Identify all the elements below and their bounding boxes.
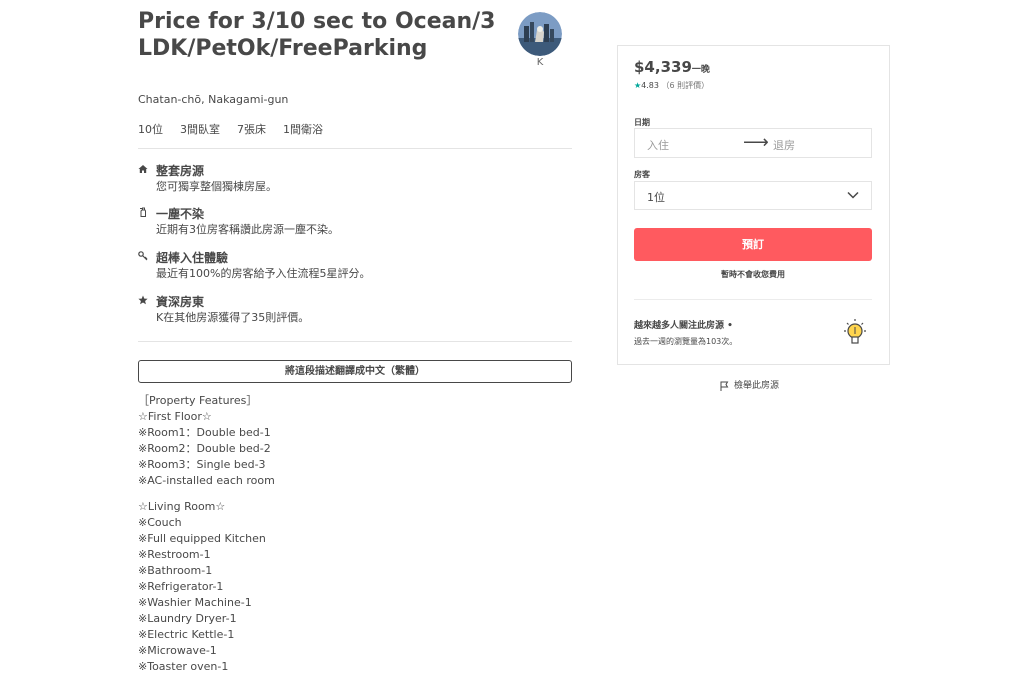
- description-line: ※Washier Machine-1: [138, 596, 252, 609]
- rating-summary[interactable]: ★4.83 （6 則評價）: [634, 80, 709, 91]
- checkout-field[interactable]: 退房: [773, 137, 795, 153]
- spray-bottle-icon: [140, 207, 146, 217]
- report-label: 檢舉此房源: [734, 381, 780, 391]
- per-night-label: 一晚: [691, 65, 710, 75]
- description-line: ※AC-installed each room: [138, 474, 275, 487]
- description-line: ※Laundry Dryer-1: [138, 612, 237, 625]
- popularity-title: 越來越多人關注此房源 •: [634, 321, 733, 331]
- report-listing-link[interactable]: 檢舉此房源: [720, 378, 779, 391]
- listing-facts: 10位 3間臥室 7張床 1間衛浴: [138, 121, 340, 137]
- description-line: ※Room2：Double bed-2: [138, 442, 271, 455]
- highlight-title: 一塵不染: [156, 207, 205, 221]
- divider: [138, 148, 572, 149]
- lightbulb-icon: [844, 319, 866, 344]
- description-line: ※Couch: [138, 516, 182, 529]
- beds-count: 7張床: [237, 123, 266, 136]
- description-line: ☆First Floor☆: [138, 410, 212, 423]
- key-icon: [138, 251, 148, 261]
- guests-count: 10位: [138, 123, 163, 136]
- arrow-right-icon: ⟶: [743, 132, 769, 153]
- description-line: ※Microwave-1: [138, 644, 217, 657]
- guests-label: 房客: [634, 170, 650, 179]
- translate-description-button[interactable]: 將這段描述翻譯成中文（繁體）: [138, 360, 572, 383]
- bedrooms-count: 3間臥室: [180, 123, 220, 136]
- home-icon: [138, 165, 148, 173]
- host-name: K: [536, 57, 544, 68]
- highlight-desc: K在其他房源獲得了35則評價。: [156, 311, 310, 324]
- host-profile[interactable]: K: [518, 12, 562, 68]
- description-line: ※Refrigerator-1: [138, 580, 224, 593]
- baths-count: 1間衛浴: [283, 123, 323, 136]
- highlight-desc: 您可獨享整個獨棟房屋。: [156, 180, 277, 193]
- listing-location[interactable]: Chatan-chō, Nakagami-gun: [138, 93, 288, 106]
- listing-title: Price for 3/10 sec to Ocean/3LDK/PetOk/F…: [138, 9, 496, 61]
- description-line: ☆Living Room☆: [138, 500, 226, 513]
- description-line: ※Full equipped Kitchen: [138, 532, 266, 545]
- description-line: [138, 489, 275, 499]
- checkin-field[interactable]: 入住: [647, 137, 669, 153]
- popularity-desc: 過去一週的瀏覽量為103次。: [634, 337, 738, 346]
- description-line: ※Electric Kettle-1: [138, 628, 235, 641]
- no-charge-note: 暫時不會收您費用: [721, 270, 785, 279]
- guests-select[interactable]: 1位: [634, 181, 872, 210]
- highlight-desc: 最近有100%的房客給予入住流程5星評分。: [156, 267, 371, 280]
- dates-label: 日期: [634, 118, 650, 127]
- flag-icon: [720, 381, 729, 391]
- description-line: ※Room3：Single bed-3: [138, 458, 266, 471]
- description-line: ※Room1：Double bed-1: [138, 426, 271, 439]
- highlight-title: 整套房源: [156, 164, 205, 178]
- host-avatar[interactable]: [518, 12, 562, 56]
- highlight-title: 超棒入住體驗: [156, 251, 229, 265]
- rating-value: 4.83: [641, 81, 659, 90]
- reviews-count[interactable]: （6 則評價）: [662, 81, 710, 90]
- divider: [138, 341, 572, 342]
- highlight-desc: 近期有3位房客稱讚此房源一塵不染。: [156, 223, 339, 236]
- price-amount: $4,339: [634, 58, 692, 76]
- chevron-down-icon: [847, 191, 859, 199]
- price-per-night: $4,339一晚: [634, 58, 710, 76]
- guests-value: 1位: [647, 191, 665, 204]
- description-line: ［Property Features］: [138, 394, 258, 407]
- listing-description: ［Property Features］ ☆First Floor☆ ※Room1…: [138, 393, 275, 675]
- description-line: ※Restroom-1: [138, 548, 211, 561]
- date-picker[interactable]: 入住 ⟶ 退房: [634, 128, 872, 158]
- star-icon: [138, 295, 148, 305]
- description-line: ※Bathroom-1: [138, 564, 213, 577]
- divider: [634, 299, 872, 300]
- highlight-title: 資深房東: [156, 295, 205, 309]
- reserve-button[interactable]: 預訂: [634, 228, 872, 261]
